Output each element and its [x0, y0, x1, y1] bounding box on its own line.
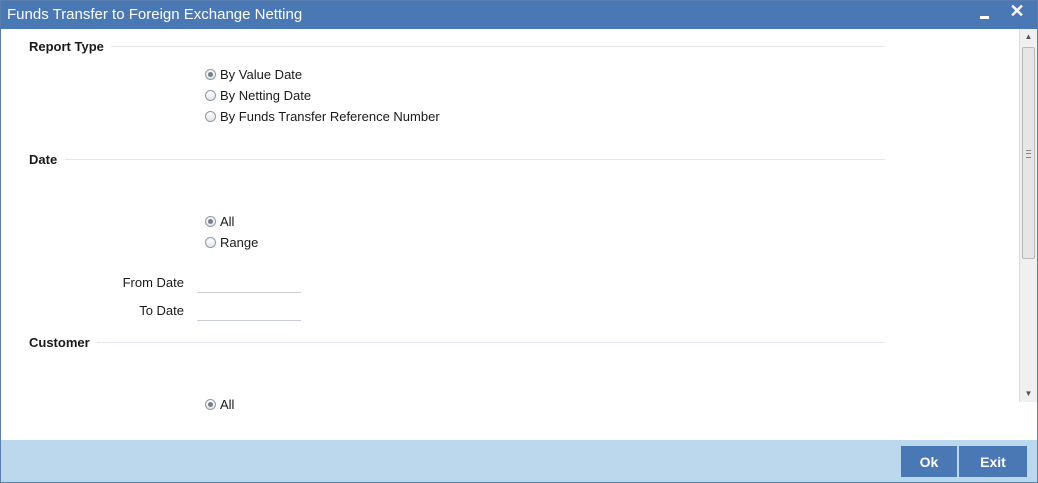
report-type-heading: Report Type	[29, 39, 104, 54]
radio-date-range[interactable]: Range	[205, 233, 258, 251]
title-bar: Funds Transfer to Foreign Exchange Netti…	[1, 1, 1037, 29]
grip-icon	[1026, 150, 1031, 158]
radio-icon	[205, 236, 216, 248]
window-title: Funds Transfer to Foreign Exchange Netti…	[7, 6, 303, 23]
close-button[interactable]: ✕	[1007, 2, 1027, 24]
scroll-thumb[interactable]	[1022, 47, 1035, 259]
radio-label: Range	[220, 234, 259, 250]
exit-button[interactable]: Exit	[959, 446, 1027, 477]
form-content: Report Type By Value Date By Netting Dat…	[1, 29, 1019, 430]
scroll-down-arrow-icon[interactable]: ▼	[1020, 386, 1037, 402]
to-date-label: To Date	[139, 303, 184, 318]
radio-label: By Funds Transfer Reference Number	[220, 108, 440, 124]
minimize-button[interactable]	[975, 3, 995, 25]
from-date-label: From Date	[122, 275, 184, 290]
close-icon: ✕	[1009, 1, 1025, 21]
radio-by-ft-reference-number[interactable]: By Funds Transfer Reference Number	[205, 107, 440, 125]
radio-icon	[205, 68, 216, 80]
radio-label: By Value Date	[220, 66, 303, 82]
radio-icon	[205, 110, 216, 122]
vertical-scrollbar[interactable]: ▲ ▼	[1019, 29, 1037, 402]
radio-label: All	[220, 396, 235, 412]
customer-heading: Customer	[29, 335, 90, 350]
section-divider	[97, 342, 885, 343]
footer-bar: Ok Exit	[1, 440, 1037, 482]
scroll-up-arrow-icon[interactable]: ▲	[1020, 29, 1037, 45]
radio-icon	[205, 398, 216, 410]
from-date-input[interactable]	[197, 274, 301, 293]
section-divider	[65, 159, 885, 160]
radio-by-netting-date[interactable]: By Netting Date	[205, 86, 311, 104]
minimize-icon	[980, 16, 989, 19]
radio-label: By Netting Date	[220, 87, 312, 103]
ok-button[interactable]: Ok	[901, 446, 957, 477]
radio-label: All	[220, 213, 235, 229]
date-heading: Date	[29, 152, 58, 167]
dialog-window: Funds Transfer to Foreign Exchange Netti…	[0, 0, 1038, 483]
radio-date-all[interactable]: All	[205, 212, 234, 230]
radio-customer-all[interactable]: All	[205, 395, 234, 413]
radio-icon	[205, 215, 216, 227]
radio-icon	[205, 89, 216, 101]
section-divider	[111, 46, 885, 47]
radio-by-value-date[interactable]: By Value Date	[205, 65, 302, 83]
to-date-input[interactable]	[197, 302, 301, 321]
